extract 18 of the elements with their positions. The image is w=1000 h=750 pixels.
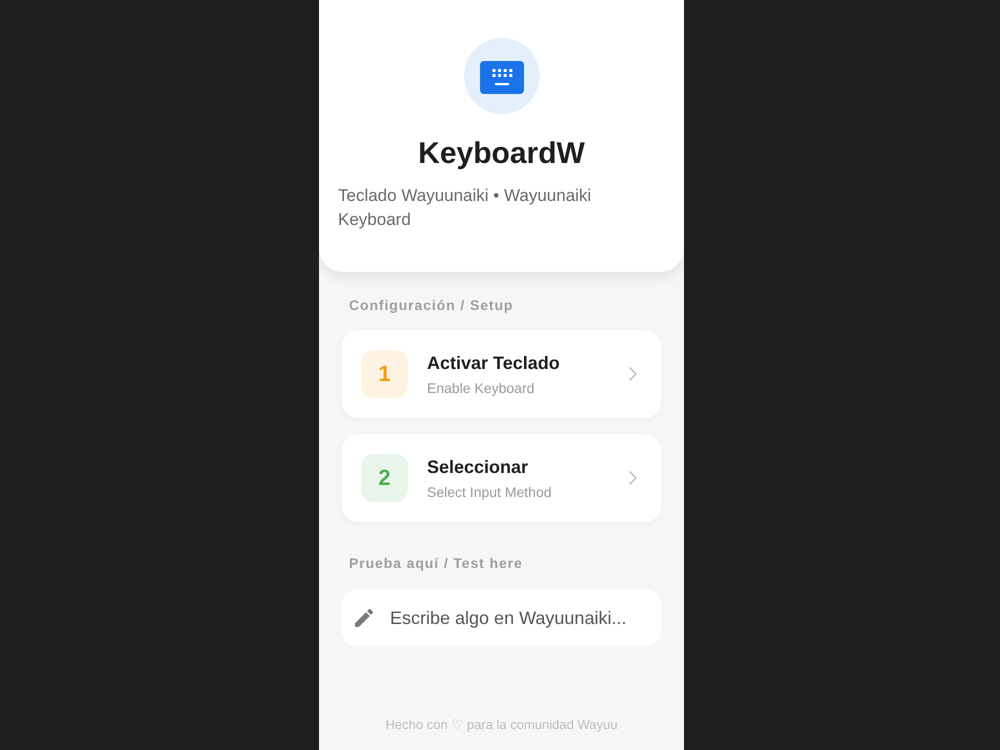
step-card[interactable]: 1 Activar Teclado Enable Keyboard — [342, 330, 661, 418]
pencil-icon — [355, 609, 373, 627]
chevron-right-icon — [629, 367, 637, 381]
footer-text: Hecho con ♡ para la comunidad Wayuu — [386, 717, 618, 733]
step-title: Activar Teclado — [427, 352, 561, 374]
app-title: KeyboardW — [418, 136, 585, 172]
step-subtitle: Select Input Method — [427, 482, 553, 500]
step-number: 2 — [361, 454, 408, 502]
section-heading: Prueba aquí / Test here — [348, 554, 524, 572]
step-number: 1 — [361, 350, 408, 398]
step-title: Seleccionar — [427, 456, 530, 478]
text-input-field[interactable]: Escribe algo en Wayuunaiki... — [342, 590, 661, 646]
section-heading: Configuración / Setup — [348, 296, 514, 314]
step-card[interactable]: 2 Seleccionar Select Input Method — [342, 434, 661, 522]
keyboard-icon — [464, 38, 540, 114]
app-subtitle: Teclado Wayuunaiki • Wayuunaiki Keyboard — [338, 185, 592, 231]
chevron-right-icon — [629, 471, 637, 485]
step-subtitle: Enable Keyboard — [427, 378, 536, 396]
